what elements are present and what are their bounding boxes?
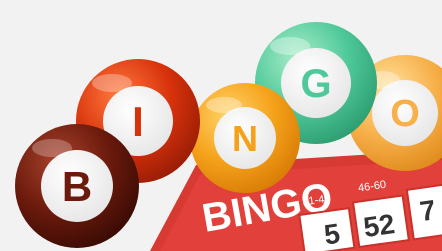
bingo-illustration: BINGO 31-45 46-60 5 52 7 O G N I B	[0, 0, 442, 251]
card-number-b: 52	[362, 208, 397, 243]
bingo-ball-n: N	[190, 83, 300, 193]
ball-b-letter: B	[62, 163, 92, 210]
ball-n-letter: N	[232, 118, 258, 159]
ball-i-letter: I	[132, 98, 144, 145]
bingo-scene: BINGO 31-45 46-60 5 52 7 O G N I B	[15, 22, 442, 251]
ball-g-letter: G	[300, 62, 331, 106]
ball-o-letter: O	[390, 93, 420, 135]
bingo-ball-b: B	[15, 124, 139, 248]
